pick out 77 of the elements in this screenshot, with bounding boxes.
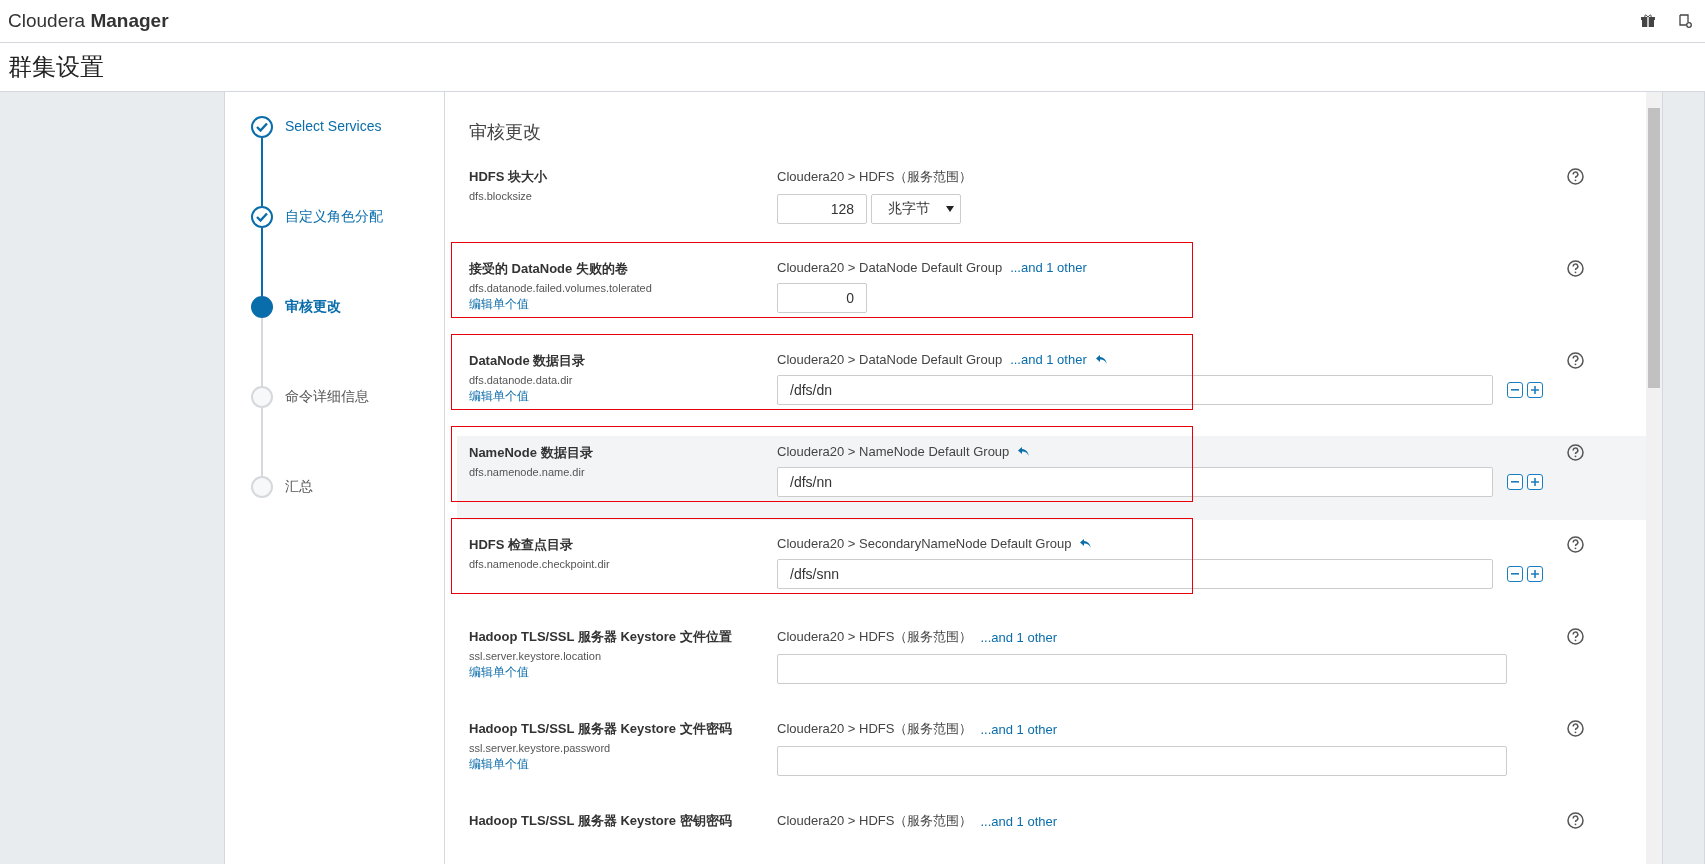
others-link[interactable]: ...and 1 other xyxy=(980,629,1058,645)
remove-button[interactable] xyxy=(1507,474,1523,490)
undo-arrow-icon[interactable] xyxy=(1017,446,1031,457)
number-field[interactable]: 128 xyxy=(777,194,867,224)
property-name: ssl.server.keystore.location xyxy=(469,650,602,662)
help-icon[interactable] xyxy=(1567,536,1584,553)
edit-single-value-link[interactable]: 编辑单个值 xyxy=(469,296,529,313)
plus-icon xyxy=(1531,570,1539,578)
edit-single-value-link[interactable]: 编辑单个值 xyxy=(469,756,529,773)
undo-arrow-icon[interactable] xyxy=(1094,354,1108,365)
step-label[interactable]: 命令详细信息 xyxy=(285,388,369,406)
property-name: dfs.datanode.data.dir xyxy=(469,374,573,386)
remove-button[interactable] xyxy=(1507,382,1523,398)
plus-icon xyxy=(1531,386,1539,394)
edit-single-value-link[interactable]: 编辑单个值 xyxy=(469,388,529,405)
plus-icon xyxy=(1531,478,1539,486)
help-icon[interactable] xyxy=(1567,168,1584,185)
remove-button[interactable] xyxy=(1507,566,1523,582)
unit-dropdown[interactable]: 兆字节 xyxy=(871,194,961,224)
help-icon[interactable] xyxy=(1567,720,1584,737)
help-icon[interactable] xyxy=(1567,352,1584,369)
step-label[interactable]: 汇总 xyxy=(285,478,313,496)
setting-name: NameNode 数据目录 xyxy=(469,444,593,462)
path-field[interactable]: /dfs/nn xyxy=(777,467,1493,497)
scope-text: Cloudera20 > HDFS（服务范围） xyxy=(777,812,973,830)
setting-name: Hadoop TLS/SSL 服务器 Keystore 文件密码 xyxy=(469,720,732,738)
caret-icon xyxy=(946,206,954,212)
others-link[interactable]: ...and 1 other xyxy=(1010,260,1087,275)
setting-name: Hadoop TLS/SSL 服务器 Keystore 文件位置 xyxy=(469,628,732,646)
minus-icon xyxy=(1511,573,1519,575)
scope-text: Cloudera20 > HDFS（服务范围） xyxy=(777,168,973,186)
path-field[interactable]: /dfs/dn xyxy=(777,375,1493,405)
setting-name: Hadoop TLS/SSL 服务器 Keystore 密钥密码 xyxy=(469,812,732,830)
checkmark-icon xyxy=(256,122,268,132)
help-icon[interactable] xyxy=(1567,628,1584,645)
text-field[interactable] xyxy=(777,654,1507,684)
property-name: dfs.datanode.failed.volumes.tolerated xyxy=(469,282,652,294)
undo-arrow-icon[interactable] xyxy=(1079,538,1093,549)
number-field[interactable]: 0 xyxy=(777,283,867,313)
step-label[interactable]: Select Services xyxy=(285,118,382,134)
setting-name: HDFS 检查点目录 xyxy=(469,536,573,554)
scope-text: Cloudera20 > DataNode Default Group xyxy=(777,352,1003,367)
app-logo: Cloudera Manager xyxy=(8,10,169,32)
help-icon[interactable] xyxy=(1567,260,1584,277)
step-label[interactable]: 自定义角色分配 xyxy=(285,208,383,226)
add-button[interactable] xyxy=(1527,382,1543,398)
gift-icon[interactable] xyxy=(1641,14,1655,28)
help-icon[interactable] xyxy=(1567,812,1584,829)
add-button[interactable] xyxy=(1527,474,1543,490)
add-button[interactable] xyxy=(1527,566,1543,582)
section-title: 审核更改 xyxy=(469,121,542,144)
document-gear-icon[interactable] xyxy=(1677,13,1693,29)
scrollbar[interactable] xyxy=(1646,92,1662,864)
help-icon[interactable] xyxy=(1567,444,1584,461)
edit-single-value-link[interactable]: 编辑单个值 xyxy=(469,664,529,681)
scope-text: Cloudera20 > NameNode Default Group xyxy=(777,444,1010,459)
path-field[interactable]: /dfs/snn xyxy=(777,559,1493,589)
property-name: dfs.blocksize xyxy=(469,190,532,202)
setting-name: DataNode 数据目录 xyxy=(469,352,586,370)
property-name: dfs.namenode.name.dir xyxy=(469,466,585,478)
text-field[interactable] xyxy=(777,746,1507,776)
step-label[interactable]: 审核更改 xyxy=(285,298,341,316)
setting-name: 接受的 DataNode 失败的卷 xyxy=(469,260,628,278)
scope-text: Cloudera20 > SecondaryNameNode Default Group xyxy=(777,536,1072,551)
scope-text: Cloudera20 > HDFS（服务范围） xyxy=(777,720,973,738)
property-name: ssl.server.keystore.password xyxy=(469,742,611,754)
others-link[interactable]: ...and 1 other xyxy=(980,721,1058,737)
scope-text: Cloudera20 > DataNode Default Group xyxy=(777,260,1003,275)
scope-text: Cloudera20 > HDFS（服务范围） xyxy=(777,628,973,646)
minus-icon xyxy=(1511,389,1519,391)
minus-icon xyxy=(1511,481,1519,483)
property-name: dfs.namenode.checkpoint.dir xyxy=(469,558,610,570)
setting-name: HDFS 块大小 xyxy=(469,168,547,186)
others-link[interactable]: ...and 1 other xyxy=(980,813,1058,829)
others-link[interactable]: ...and 1 other xyxy=(1010,352,1087,367)
page-title: 群集设置 xyxy=(8,52,104,82)
checkmark-icon xyxy=(256,212,268,222)
